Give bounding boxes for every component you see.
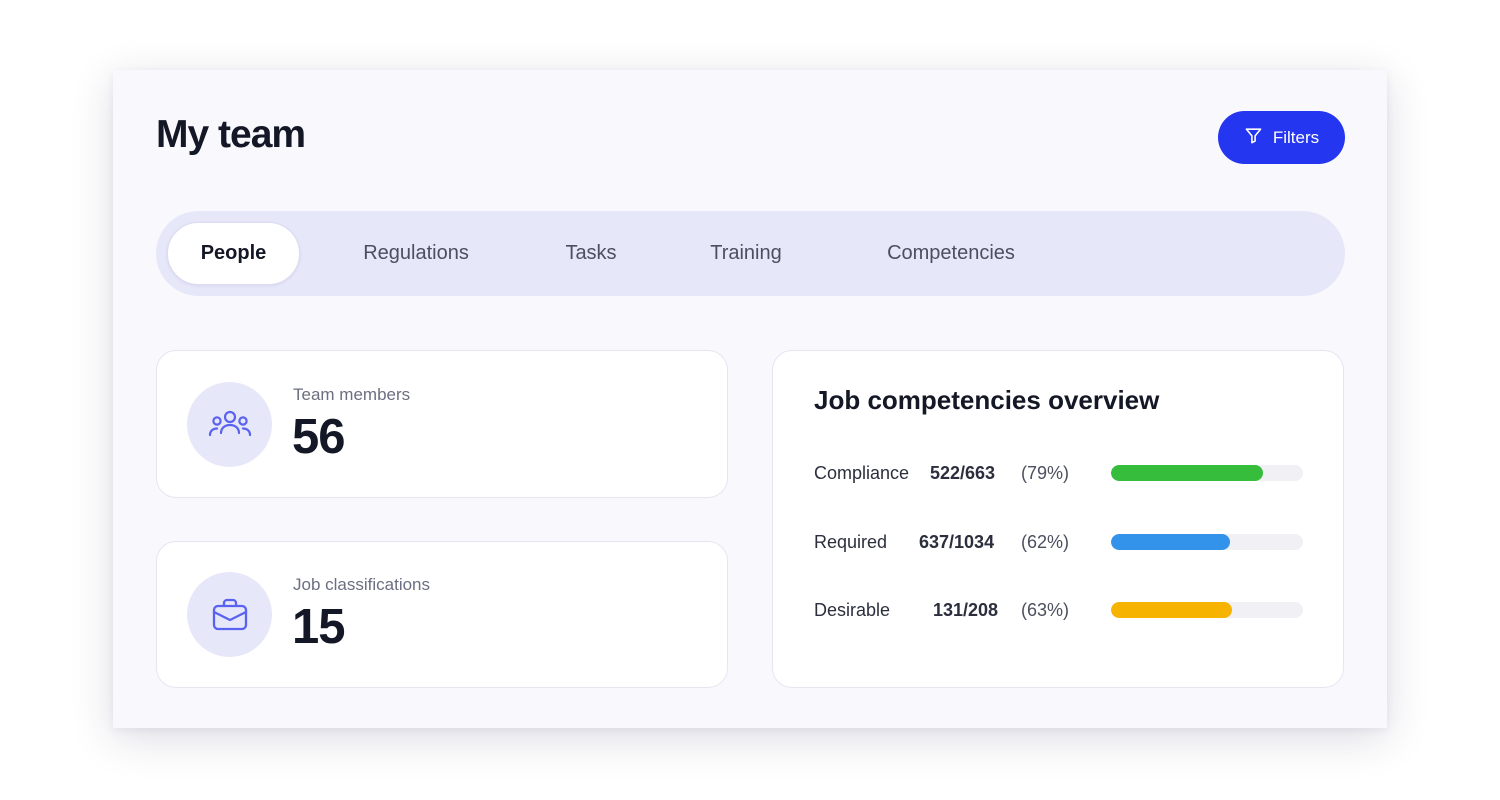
tab-people[interactable]: People: [167, 222, 300, 285]
progress-bar-fill: [1111, 534, 1231, 550]
metric-count: 522/663: [930, 463, 996, 483]
job-classifications-value: 15: [292, 600, 346, 654]
metric-percent: (62%): [1021, 532, 1070, 552]
filters-button-label: Filters: [1272, 127, 1320, 147]
progress-bar-fill: [1111, 465, 1263, 481]
metric-name: Required: [814, 532, 888, 552]
job-classifications-card: Job classifications 15: [156, 541, 728, 688]
metric-row-required: Required 637/1034 (62%): [773, 527, 1343, 557]
job-competencies-overview-card: Job competencies overview Compliance 522…: [772, 350, 1344, 688]
team-members-value: 56: [292, 410, 346, 464]
page-title: My team: [156, 113, 306, 156]
metric-percent: (79%): [1021, 463, 1070, 483]
filters-button[interactable]: Filters: [1218, 111, 1345, 164]
progress-bar-track: [1111, 534, 1303, 550]
tab-label: People: [200, 242, 267, 264]
progress-bar-track: [1111, 465, 1303, 481]
progress-bar-fill: [1111, 602, 1232, 618]
filter-icon: [1244, 126, 1263, 150]
briefcase-icon: [187, 572, 272, 657]
metric-count: 131/208: [933, 600, 999, 620]
tab-bar: People Regulations Tasks Training Compet…: [156, 211, 1345, 296]
tab-tasks[interactable]: Tasks: [541, 222, 641, 285]
metric-percent: (63%): [1021, 600, 1070, 620]
tab-label: Competencies: [887, 242, 1015, 264]
tab-label: Tasks: [565, 242, 617, 264]
tab-label: Regulations: [363, 242, 469, 264]
my-team-panel: My team Filters People Regulations Tasks…: [113, 70, 1387, 728]
tab-regulations[interactable]: Regulations: [336, 222, 496, 285]
metric-name: Desirable: [814, 600, 891, 620]
progress-bar-track: [1111, 602, 1303, 618]
metric-name: Compliance: [814, 463, 910, 483]
tab-label: Training: [710, 242, 782, 264]
overview-title: Job competencies overview: [814, 385, 1160, 415]
metric-row-compliance: Compliance 522/663 (79%): [773, 458, 1343, 488]
tab-competencies[interactable]: Competencies: [851, 222, 1051, 285]
job-classifications-label: Job classifications: [293, 575, 431, 594]
metric-count: 637/1034: [919, 532, 995, 552]
team-members-label: Team members: [293, 385, 411, 404]
people-icon: [187, 382, 272, 467]
team-members-card: Team members 56: [156, 350, 728, 498]
metric-row-desirable: Desirable 131/208 (63%): [773, 595, 1343, 625]
tab-training[interactable]: Training: [686, 222, 806, 285]
